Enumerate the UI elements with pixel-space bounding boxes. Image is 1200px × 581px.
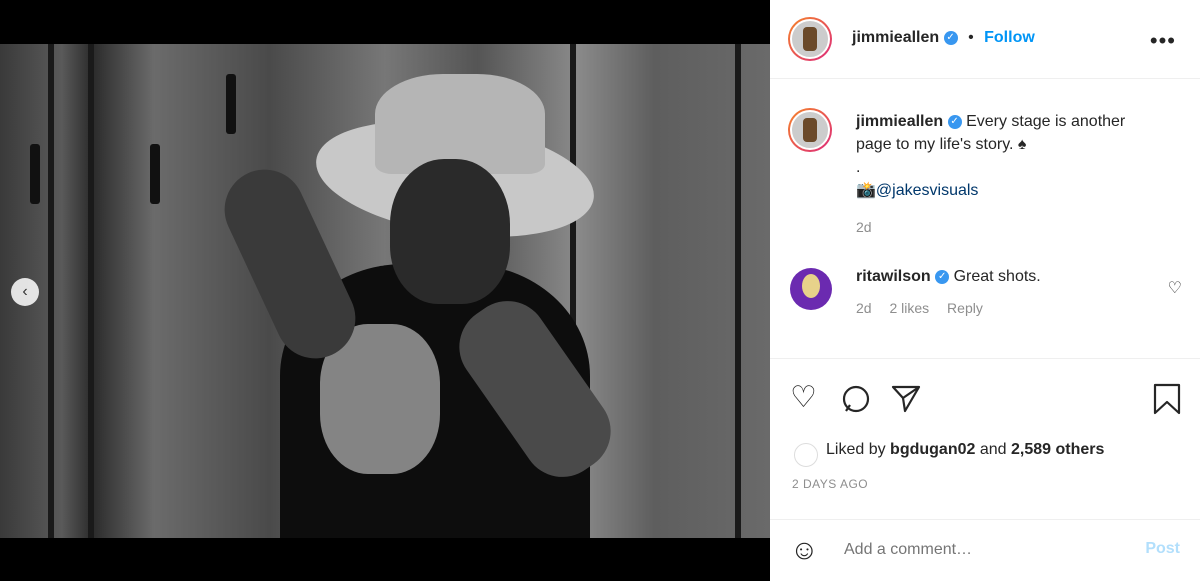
verified-icon: ✓ xyxy=(943,30,958,45)
door-edge xyxy=(48,44,54,538)
likes-summary: Liked by bgdugan02 and 2,589 others xyxy=(826,441,1104,459)
caption-text-line1: Every stage is another xyxy=(966,113,1126,130)
commenter-avatar[interactable] xyxy=(790,268,832,310)
wall-hook xyxy=(30,144,40,204)
caption: jimmieallen ✓ Every stage is another pag… xyxy=(856,110,1176,239)
previous-slide-button[interactable]: ‹ xyxy=(11,278,39,306)
verified-icon: ✓ xyxy=(947,114,962,129)
like-heart-icon[interactable]: ♡ xyxy=(790,383,817,413)
caption-text-line2: page to my life's story. ♠ xyxy=(856,136,1027,153)
emoji-icon[interactable]: ☺ xyxy=(790,534,819,566)
share-paper-plane-icon[interactable] xyxy=(890,383,922,421)
ellipsis-icon[interactable]: ••• xyxy=(1150,28,1176,54)
face xyxy=(390,159,510,304)
liker-avatar[interactable] xyxy=(794,443,818,467)
action-bar: ♡ Liked by bgdugan02 and 2,589 others 2 … xyxy=(770,358,1200,579)
comment-time[interactable]: 2d xyxy=(856,300,872,316)
post-photo[interactable] xyxy=(0,44,770,538)
comment-text: Great shots. xyxy=(953,268,1041,285)
comment-bubble-icon[interactable] xyxy=(840,383,872,421)
wall-hook xyxy=(150,144,160,204)
reply-button[interactable]: Reply xyxy=(947,300,983,316)
post-media: ‹ xyxy=(0,0,770,581)
likes-others[interactable]: 2,589 others xyxy=(1011,441,1104,458)
door-edge xyxy=(88,44,94,538)
comment-input[interactable] xyxy=(842,540,1106,560)
post-button[interactable]: Post xyxy=(1145,540,1180,558)
post-sidebar: jimmieallen ✓ • Follow ••• jimmieallen ✓… xyxy=(770,0,1200,581)
credit-link[interactable]: 📸@jakesvisuals xyxy=(856,179,1176,202)
post-header: jimmieallen ✓ • Follow ••• xyxy=(770,0,1200,79)
avatar[interactable] xyxy=(788,17,832,61)
caption-dot: . xyxy=(856,159,861,176)
likes-and: and xyxy=(979,441,1007,458)
username-link[interactable]: jimmieallen xyxy=(852,29,939,46)
liker-username[interactable]: bgdugan02 xyxy=(890,441,975,458)
likes-prefix: Liked by xyxy=(826,441,886,458)
caption-avatar[interactable] xyxy=(788,108,832,152)
wall-hook xyxy=(226,74,236,134)
caption-username[interactable]: jimmieallen xyxy=(856,113,943,130)
door-edge xyxy=(735,44,741,538)
person-figure xyxy=(211,74,627,538)
heart-outline-icon[interactable]: ♡ xyxy=(1168,278,1182,298)
follow-button[interactable]: Follow xyxy=(984,29,1035,46)
bookmark-icon[interactable] xyxy=(1152,383,1182,421)
commenter-username[interactable]: ritawilson xyxy=(856,268,931,285)
comment-likes[interactable]: 2 likes xyxy=(889,300,929,316)
header-user-row: jimmieallen ✓ • Follow xyxy=(852,29,1035,47)
caption-time[interactable]: 2d xyxy=(856,216,1176,239)
add-comment-bar: ☺ Post xyxy=(770,519,1200,580)
comment: ritawilson ✓ Great shots. 2d 2 likes Rep… xyxy=(856,268,1041,316)
chevron-left-icon: ‹ xyxy=(22,283,28,300)
separator: • xyxy=(968,29,974,46)
verified-icon: ✓ xyxy=(935,269,950,284)
post-date[interactable]: 2 DAYS AGO xyxy=(792,477,868,491)
